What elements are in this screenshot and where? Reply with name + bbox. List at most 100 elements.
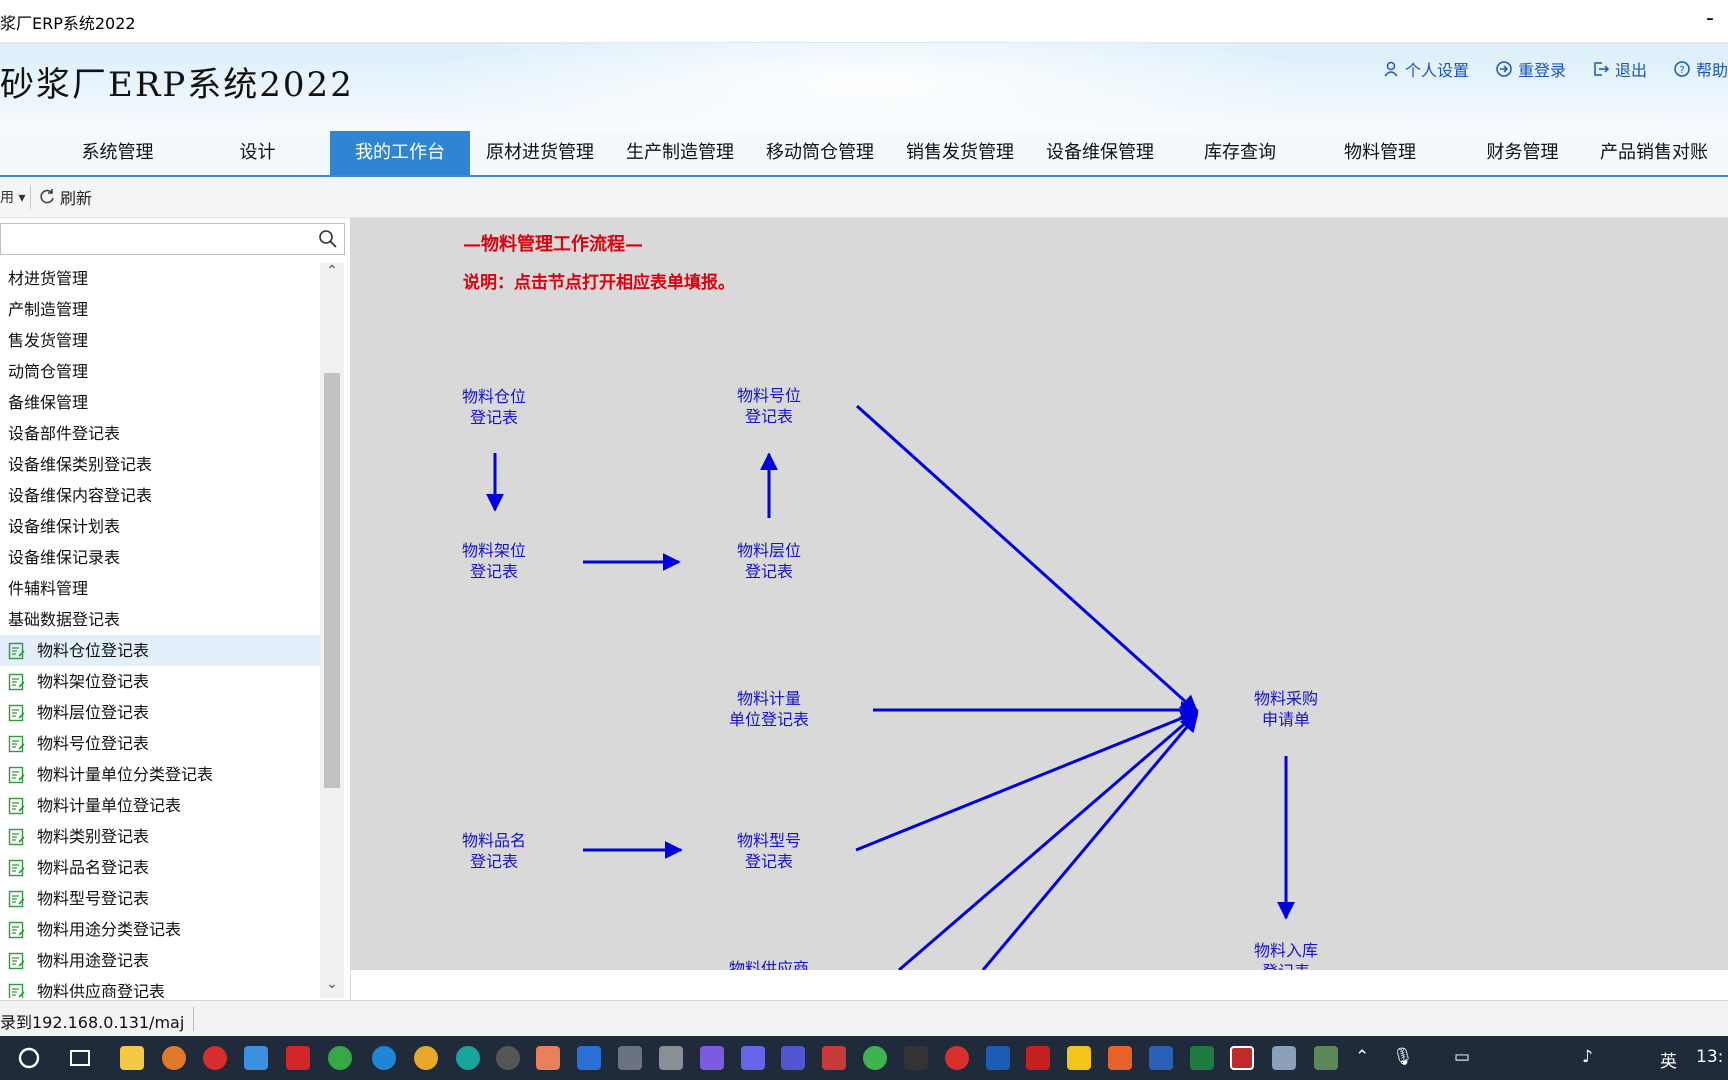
scroll-thumb[interactable] xyxy=(324,373,340,788)
exit-link[interactable]: 退出 xyxy=(1592,57,1647,81)
app-icon-10[interactable] xyxy=(781,1046,805,1070)
node-measure-unit[interactable]: 物料计量 单位登记表 xyxy=(694,688,844,730)
tree-item[interactable]: 设备维保计划表 xyxy=(0,511,320,542)
tree-item[interactable]: 物料仓位登记表 xyxy=(0,635,320,666)
app-icon-11[interactable] xyxy=(822,1046,846,1070)
app-icon-13[interactable] xyxy=(945,1046,969,1070)
volume-icon[interactable]: ♪ xyxy=(1582,1047,1593,1067)
tree-item[interactable]: 件辅料管理 xyxy=(0,573,320,604)
view-dropdown[interactable]: 用 ▾ xyxy=(0,187,25,207)
tab-sales-shipping[interactable]: 销售发货管理 xyxy=(890,131,1030,175)
search-circle-icon[interactable] xyxy=(18,1047,40,1069)
node-material-rack[interactable]: 物料架位 登记表 xyxy=(419,540,569,582)
tab-material-management[interactable]: 物料管理 xyxy=(1310,131,1450,175)
tab-mobile-silo[interactable]: 移动筒仓管理 xyxy=(750,131,890,175)
search-icon[interactable] xyxy=(318,229,338,249)
tree-item[interactable]: 物料号位登记表 xyxy=(0,728,320,759)
tab-system-management[interactable]: 系统管理 xyxy=(50,131,185,175)
app-icon-18[interactable] xyxy=(1314,1046,1338,1070)
scroll-up-arrow[interactable]: ⌃ xyxy=(320,263,344,285)
word-icon[interactable] xyxy=(1149,1046,1173,1070)
app-icon-5[interactable] xyxy=(577,1046,601,1070)
browser-icon-1[interactable] xyxy=(328,1046,352,1070)
erp-app-icon[interactable] xyxy=(1230,1046,1254,1070)
pdf-icon[interactable] xyxy=(286,1046,310,1070)
personal-settings-link[interactable]: 个人设置 xyxy=(1382,57,1469,81)
app-icon-17[interactable] xyxy=(1108,1046,1132,1070)
app-icon-7[interactable] xyxy=(659,1046,683,1070)
tree-item[interactable]: 材进货管理 xyxy=(0,263,320,294)
tree-item[interactable]: 基础数据登记表 xyxy=(0,604,320,635)
tab-inventory-query[interactable]: 库存查询 xyxy=(1170,131,1310,175)
tree-item[interactable]: 物料类别登记表 xyxy=(0,821,320,852)
tab-equipment-maintenance[interactable]: 设备维保管理 xyxy=(1030,131,1170,175)
tab-finance[interactable]: 财务管理 xyxy=(1450,131,1595,175)
tree-item[interactable]: 物料供应商登记表 xyxy=(0,976,320,998)
tree-item[interactable]: 动筒仓管理 xyxy=(0,356,320,387)
tree-item[interactable]: 物料计量单位登记表 xyxy=(0,790,320,821)
help-link[interactable]: ? 帮助 xyxy=(1673,57,1728,81)
window-title: 浆厂ERP系统2022 xyxy=(0,14,136,33)
tree-item[interactable]: 物料用途登记表 xyxy=(0,945,320,976)
tree-item[interactable]: 产制造管理 xyxy=(0,294,320,325)
tree-item[interactable]: 物料型号登记表 xyxy=(0,883,320,914)
node-material-warehouse[interactable]: 物料仓位 登记表 xyxy=(419,386,569,428)
app-icon-4[interactable] xyxy=(536,1046,560,1070)
app-icon-9[interactable] xyxy=(741,1046,765,1070)
app-icon-6[interactable] xyxy=(618,1046,642,1070)
tray-overflow-icon[interactable]: ⌃ xyxy=(1355,1047,1369,1067)
app-icon-14[interactable] xyxy=(986,1046,1010,1070)
tab-my-workbench[interactable]: 我的工作台 xyxy=(330,131,470,175)
chrome-icon[interactable] xyxy=(414,1046,438,1070)
status-bar: 录到192.168.0.131/maj xyxy=(0,1000,1728,1037)
tree-item[interactable]: 备维保管理 xyxy=(0,387,320,418)
sidebar-scrollbar[interactable]: ⌃ ⌄ xyxy=(320,263,344,998)
tree-item[interactable]: 售发货管理 xyxy=(0,325,320,356)
app-icon-1[interactable] xyxy=(162,1046,186,1070)
app-icon-16[interactable] xyxy=(1067,1046,1091,1070)
qq-icon[interactable] xyxy=(203,1046,227,1070)
file-explorer-icon[interactable] xyxy=(120,1046,144,1070)
node-warehouse-entry[interactable]: 物料入库 登记表 xyxy=(1211,940,1361,970)
app-icon-12[interactable] xyxy=(904,1046,928,1070)
tree-item[interactable]: 物料品名登记表 xyxy=(0,852,320,883)
tab-sales-reconciliation[interactable]: 产品销售对账 xyxy=(1600,131,1728,175)
store-icon[interactable] xyxy=(244,1046,268,1070)
scroll-down-arrow[interactable]: ⌄ xyxy=(320,976,344,998)
tree-item[interactable]: 物料用途分类登记表 xyxy=(0,914,320,945)
node-material-layer[interactable]: 物料层位 登记表 xyxy=(694,540,844,582)
node-material-model[interactable]: 物料型号 登记表 xyxy=(694,830,844,872)
search-box[interactable] xyxy=(0,223,345,255)
wechat-icon[interactable] xyxy=(863,1046,887,1070)
tab-design[interactable]: 设计 xyxy=(190,131,325,175)
tree-item[interactable]: 设备维保记录表 xyxy=(0,542,320,573)
task-view-icon[interactable] xyxy=(68,1047,92,1069)
tree-item[interactable]: 物料计量单位分类登记表 xyxy=(0,759,320,790)
form-icon xyxy=(8,828,25,846)
minimize-button[interactable]: - xyxy=(1706,6,1714,31)
network-icon[interactable]: ▭ xyxy=(1454,1047,1470,1067)
refresh-button[interactable]: 刷新 xyxy=(38,185,92,209)
app-icon-2[interactable] xyxy=(456,1046,480,1070)
tab-production[interactable]: 生产制造管理 xyxy=(610,131,750,175)
node-material-slot[interactable]: 物料号位 登记表 xyxy=(694,385,844,427)
tree-item[interactable]: 设备维保类别登记表 xyxy=(0,449,320,480)
tree-item[interactable]: 设备部件登记表 xyxy=(0,418,320,449)
excel-icon[interactable] xyxy=(1190,1046,1214,1070)
tree-item[interactable]: 设备维保内容登记表 xyxy=(0,480,320,511)
ime-indicator[interactable]: 英 xyxy=(1660,1047,1677,1072)
tab-raw-material-purchase[interactable]: 原材进货管理 xyxy=(470,131,610,175)
node-material-name[interactable]: 物料品名 登记表 xyxy=(419,830,569,872)
app-icon-15[interactable] xyxy=(1026,1046,1050,1070)
node-purchase-request[interactable]: 物料采购 申请单 xyxy=(1211,688,1361,730)
relogin-link[interactable]: 重登录 xyxy=(1495,57,1566,81)
edge-icon[interactable] xyxy=(372,1046,396,1070)
tree-item[interactable]: 物料层位登记表 xyxy=(0,697,320,728)
app-icon-3[interactable] xyxy=(496,1046,520,1070)
app-icon-8[interactable] xyxy=(700,1046,724,1070)
calculator-icon[interactable] xyxy=(1272,1046,1296,1070)
clock[interactable]: 13: xyxy=(1696,1047,1723,1067)
node-supplier[interactable]: 物料供应商 xyxy=(694,958,844,970)
tree-item[interactable]: 物料架位登记表 xyxy=(0,666,320,697)
microphone-icon[interactable]: 🎙 xyxy=(1392,1047,1414,1067)
